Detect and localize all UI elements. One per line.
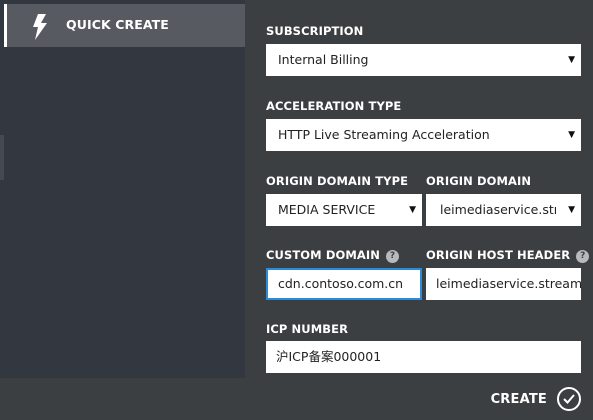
custom-domain-value: cdn.contoso.com.cn: [278, 276, 404, 291]
sidebar-item-quick-create[interactable]: QUICK CREATE: [4, 4, 245, 47]
origin-domain-type-value: MEDIA SERVICE: [278, 202, 376, 217]
subscription-label: SUBSCRIPTION: [266, 24, 364, 38]
acceleration-type-select[interactable]: HTTP Live Streaming Acceleration ▼: [266, 119, 581, 151]
icp-number-label: ICP NUMBER: [266, 322, 349, 336]
dropdown-arrow-icon: ▼: [568, 55, 575, 65]
origin-host-header-label: ORIGIN HOST HEADER: [426, 248, 571, 262]
subscription-select[interactable]: Internal Billing ▼: [266, 44, 581, 76]
help-icon[interactable]: ?: [386, 250, 399, 263]
subscription-value: Internal Billing: [278, 52, 369, 67]
acceleration-type-label: ACCELERATION TYPE: [266, 99, 402, 113]
custom-domain-label: CUSTOM DOMAIN: [266, 248, 380, 262]
sidebar-scroll-indicator: [0, 135, 4, 180]
sidebar-item-label: QUICK CREATE: [66, 17, 169, 32]
dropdown-arrow-icon: ▼: [409, 205, 416, 215]
origin-host-header-value: leimediaservice.streaming.mediaservices.…: [436, 276, 581, 291]
custom-domain-label-row: CUSTOM DOMAIN?: [266, 248, 399, 263]
create-button[interactable]: CREATE: [491, 387, 581, 411]
origin-domain-select[interactable]: leimediaservice.streaming.mediaservices.…: [426, 194, 581, 226]
origin-domain-type-label: ORIGIN DOMAIN TYPE: [266, 174, 409, 188]
lightning-icon: [33, 14, 47, 40]
custom-domain-input[interactable]: cdn.contoso.com.cn: [266, 268, 422, 300]
acceleration-type-value: HTTP Live Streaming Acceleration: [278, 127, 490, 142]
create-form: SUBSCRIPTION Internal Billing ▼ ACCELERA…: [245, 0, 593, 378]
sidebar: QUICK CREATE: [0, 0, 246, 378]
help-icon[interactable]: ?: [576, 250, 590, 263]
icp-number-value: 沪ICP备案000001: [276, 349, 382, 364]
icp-number-input[interactable]: 沪ICP备案000001: [266, 341, 581, 373]
selected-indicator: [4, 4, 7, 47]
origin-host-header-input[interactable]: leimediaservice.streaming.mediaservices.…: [426, 268, 581, 300]
footer: CREATE: [0, 378, 593, 420]
origin-domain-label: ORIGIN DOMAIN: [426, 174, 532, 188]
origin-domain-value: leimediaservice.streaming.mediaservices.…: [440, 202, 556, 217]
checkmark-icon: [557, 387, 581, 411]
dropdown-arrow-icon: ▼: [568, 130, 575, 140]
origin-host-header-label-row: ORIGIN HOST HEADER?: [426, 248, 590, 263]
origin-domain-type-select[interactable]: MEDIA SERVICE ▼: [266, 194, 422, 226]
dropdown-arrow-icon: ▼: [568, 205, 575, 215]
create-button-label: CREATE: [490, 391, 547, 407]
